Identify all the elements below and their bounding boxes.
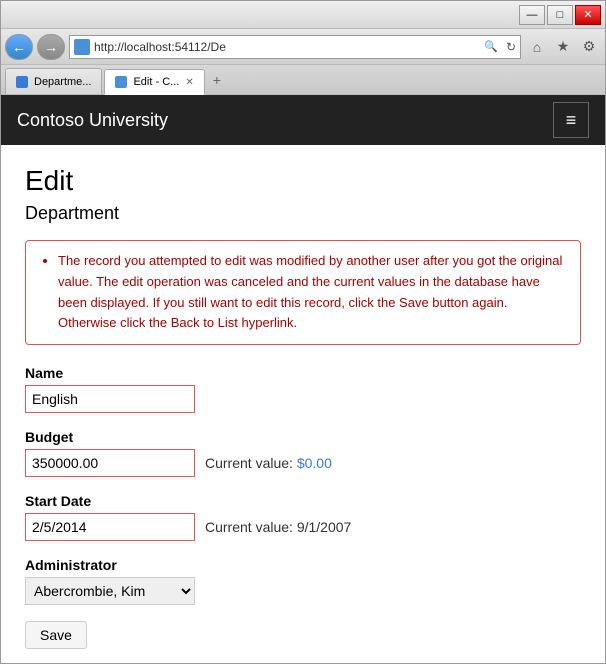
start-date-current-label: Current value: [205,519,297,535]
app-navbar: Contoso University ≡ [1,95,605,145]
home-icon[interactable]: ⌂ [525,35,549,59]
settings-icon[interactable]: ⚙ [577,35,601,59]
close-button[interactable]: ✕ [575,5,601,25]
start-date-field-group: Start Date Current value: 9/1/2007 [25,493,581,541]
name-field-group: Name [25,365,581,413]
start-date-input[interactable] [25,513,195,541]
start-date-label: Start Date [25,493,581,509]
name-label: Name [25,365,581,381]
budget-current-value: Current value: $0.00 [205,455,332,471]
tab-departments-icon [16,76,28,88]
tab-edit-close[interactable]: ✕ [185,77,193,88]
budget-current-label: Current value: [205,455,297,471]
budget-label: Budget [25,429,581,445]
page-heading: Edit [25,165,581,197]
address-text: http://localhost:54112/De [94,40,476,54]
budget-current-link[interactable]: $0.00 [297,455,332,471]
page-subheading: Department [25,203,581,224]
tab-edit-icon [115,76,127,88]
address-search-icon[interactable]: 🔍 [480,40,502,53]
tab-departments-label: Departme... [34,76,91,88]
app-content: Edit Department The record you attempted… [1,145,605,663]
address-bar-icon [74,39,90,55]
minimize-button[interactable]: — [519,5,545,25]
forward-button[interactable]: → [37,34,65,60]
address-refresh-button[interactable]: ↻ [506,40,516,54]
administrator-select[interactable]: Abercrombie, Kim Fakhouri, Fadi Harui, R… [25,577,195,605]
budget-input[interactable] [25,449,195,477]
tab-departments[interactable]: Departme... [5,68,102,94]
budget-row: Current value: $0.00 [25,449,581,477]
new-tab-button[interactable]: + [207,72,227,88]
budget-field-group: Budget Current value: $0.00 [25,429,581,477]
save-button[interactable]: Save [25,621,87,649]
tab-edit-label: Edit - C... [133,76,179,88]
browser-window: — □ ✕ ← → http://localhost:54112/De 🔍 ↻ … [0,0,606,664]
maximize-button[interactable]: □ [547,5,573,25]
start-date-current-text: 9/1/2007 [297,519,352,535]
alert-box: The record you attempted to edit was mod… [25,240,581,345]
name-input[interactable] [25,385,195,413]
start-date-current-value: Current value: 9/1/2007 [205,519,351,535]
tab-bar: Departme... Edit - C... ✕ + [1,65,605,95]
nav-bar: ← → http://localhost:54112/De 🔍 ↻ ⌂ ★ ⚙ [1,29,605,65]
administrator-label: Administrator [25,557,581,573]
favorites-icon[interactable]: ★ [551,35,575,59]
back-button[interactable]: ← [5,34,33,60]
tab-edit[interactable]: Edit - C... ✕ [104,69,204,95]
start-date-row: Current value: 9/1/2007 [25,513,581,541]
administrator-field-group: Administrator Abercrombie, Kim Fakhouri,… [25,557,581,605]
alert-message: The record you attempted to edit was mod… [58,251,566,334]
save-section: Save [25,621,581,649]
hamburger-button[interactable]: ≡ [553,102,589,138]
address-bar[interactable]: http://localhost:54112/De 🔍 ↻ [69,35,521,59]
app-title: Contoso University [17,110,168,131]
title-bar: — □ ✕ [1,1,605,29]
